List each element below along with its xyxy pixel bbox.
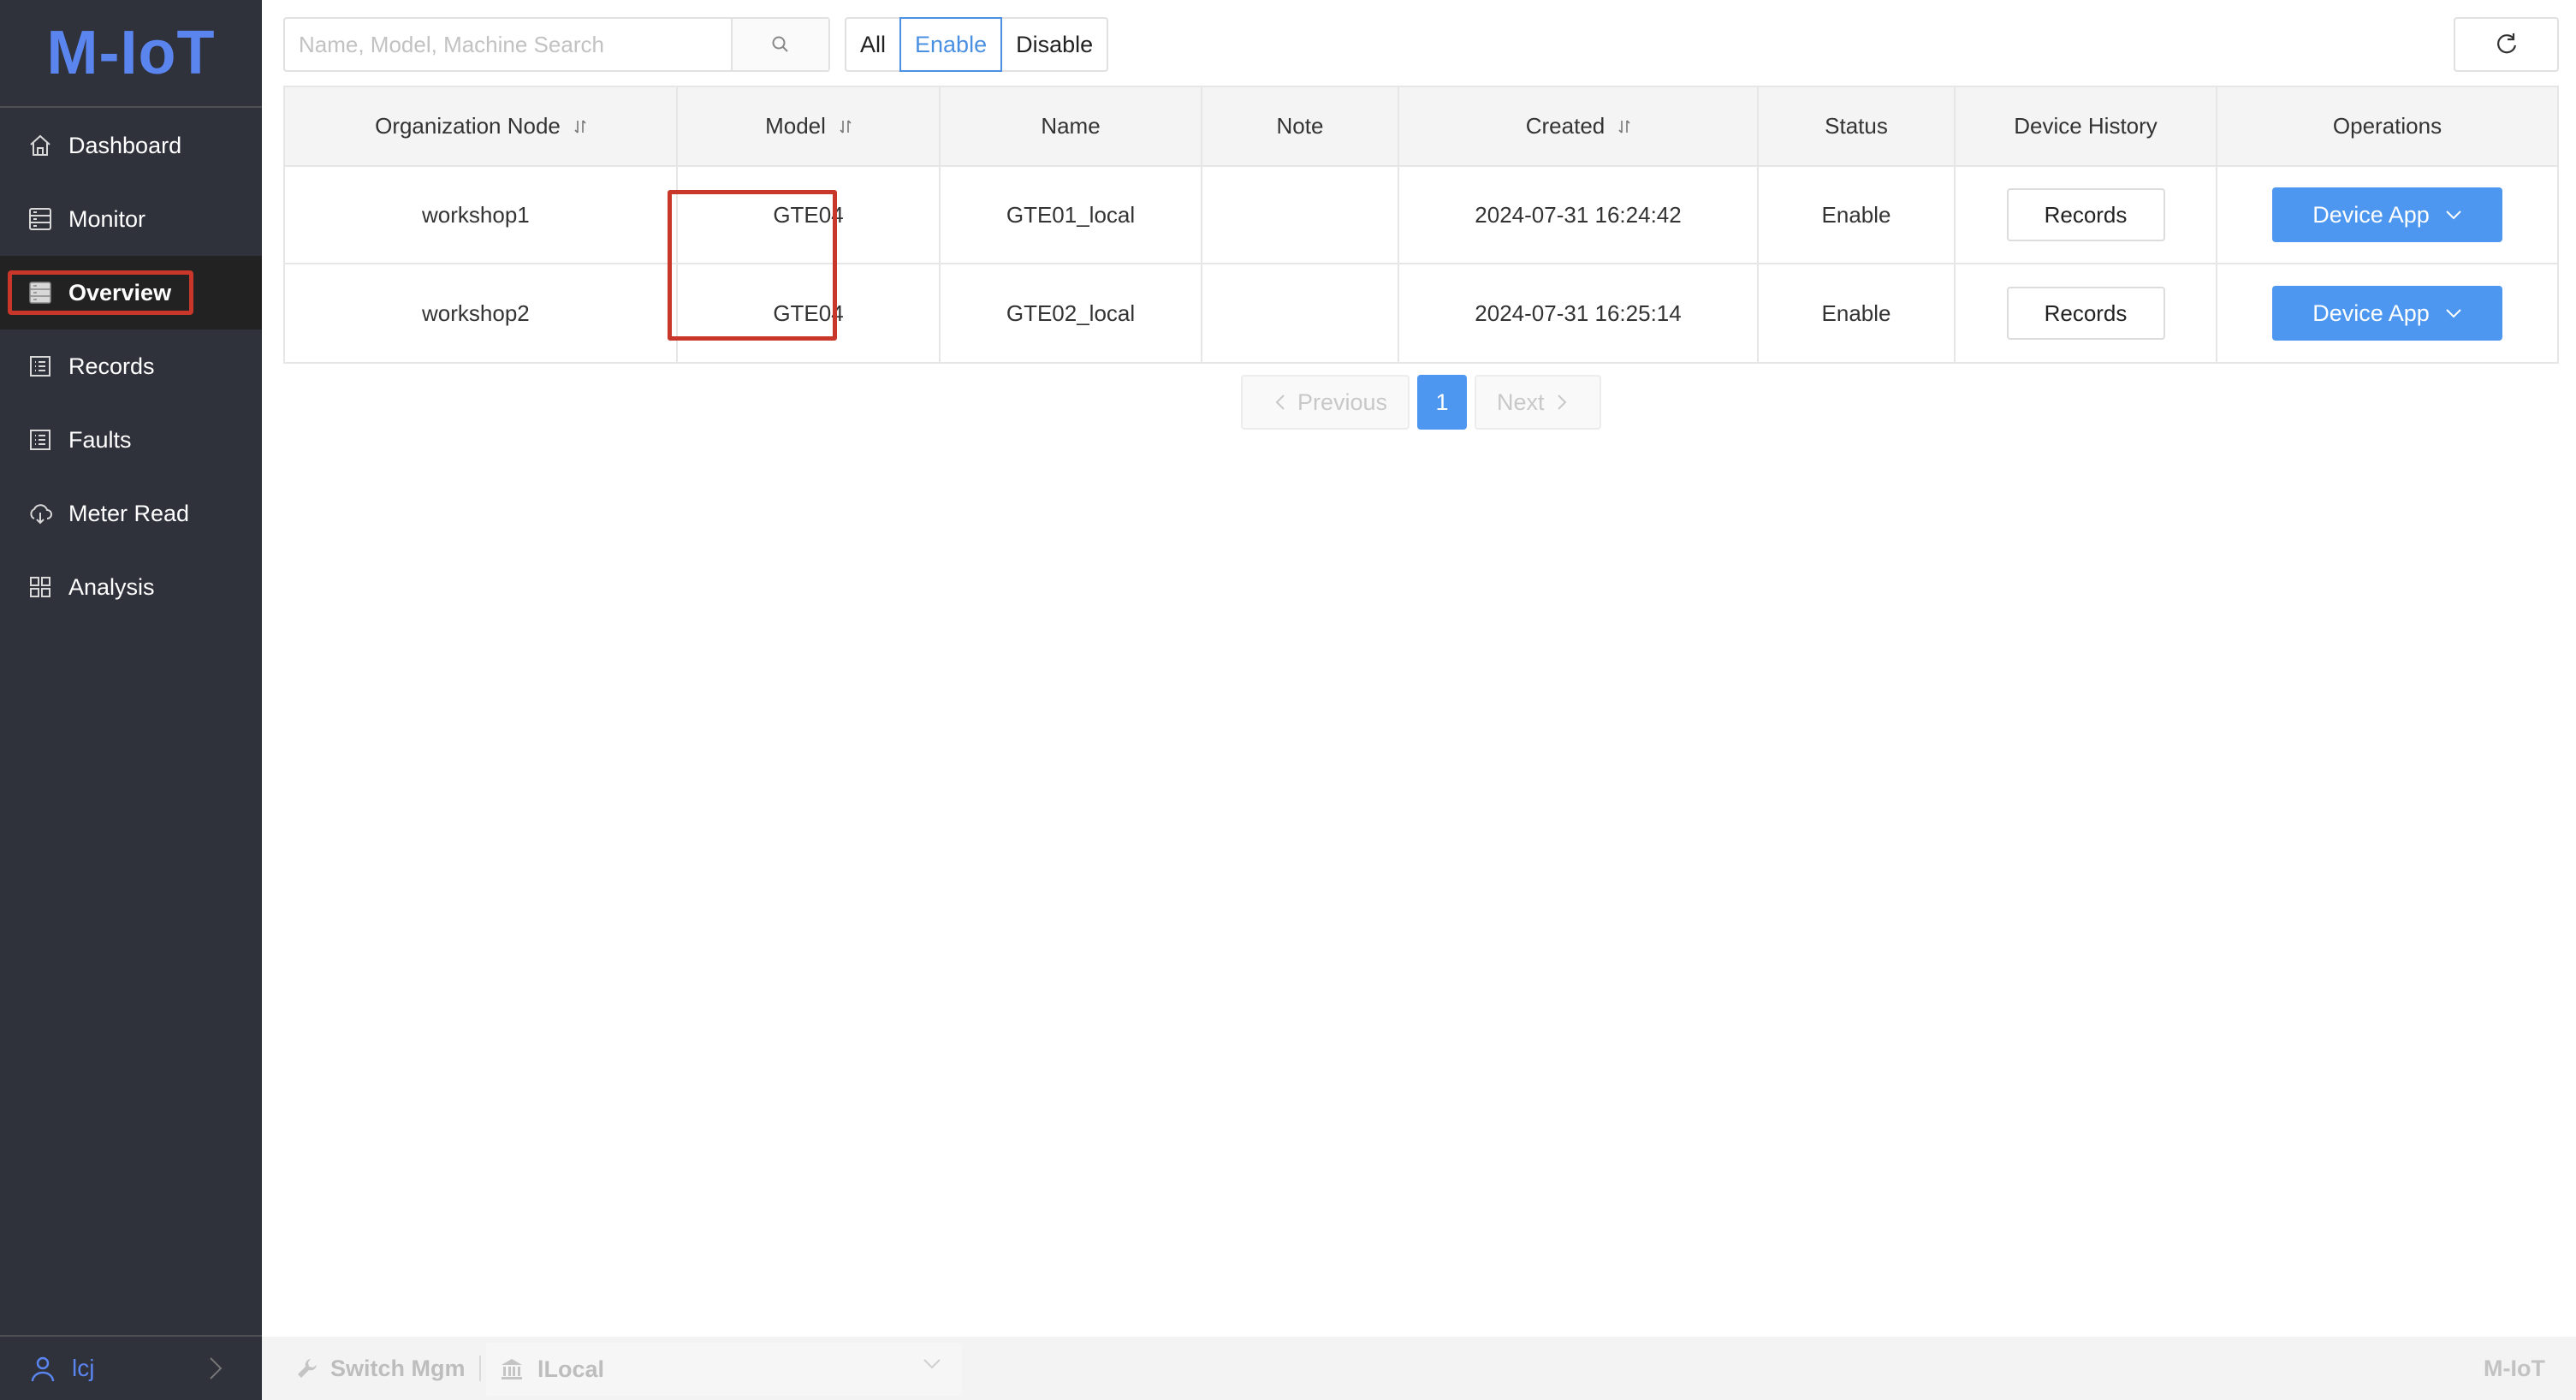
search-input[interactable] (285, 19, 731, 70)
filter-enable-button[interactable]: Enable (899, 17, 1003, 72)
previous-page-button[interactable]: Previous (1241, 375, 1410, 430)
table-row: workshop2 GTE04 GTE02_local 2024-07-31 1… (285, 264, 2557, 362)
user-menu[interactable]: lcj (0, 1337, 262, 1400)
column-header-device-history: Device History (1956, 87, 2217, 165)
bank-icon (502, 1359, 522, 1379)
sidebar-item-overview[interactable]: Overview (0, 256, 262, 329)
cell-operations: Device App (2217, 167, 2557, 263)
chevron-down-icon (2446, 211, 2461, 220)
cell-device-history: Records (1956, 167, 2217, 263)
server-icon (27, 206, 53, 232)
sidebar-item-records[interactable]: Records (0, 329, 262, 403)
status-filter: All Enable Disable (845, 17, 1109, 72)
app-logo: M-IoT (46, 19, 216, 87)
sidebar-item-label: Analysis (68, 573, 155, 600)
sidebar-item-meter-read[interactable]: Meter Read (0, 477, 262, 550)
footer-brand: M-IoT (2484, 1355, 2545, 1381)
divider (0, 106, 262, 108)
cell-name: GTE01_local (941, 167, 1202, 263)
sidebar-item-label: Records (68, 353, 155, 379)
wrench-icon (298, 1359, 317, 1378)
refresh-icon (2496, 33, 2516, 54)
switch-label: Switch Mgm (330, 1355, 466, 1381)
column-header-operations: Operations (2332, 113, 2442, 139)
sidebar-item-label: Overview (68, 279, 172, 306)
sidebar-item-label: Dashboard (68, 132, 182, 158)
sidebar-item-label: Faults (68, 426, 132, 453)
sort-icon (574, 119, 586, 133)
list-icon (27, 427, 53, 453)
user-icon (31, 1356, 55, 1382)
devices-table: Organization Node Model Name Note Create… (283, 86, 2559, 364)
sidebar: M-IoT Dashboard Monitor Overview Records… (0, 0, 262, 1400)
switch-management[interactable]: Switch Mgm (296, 1337, 495, 1400)
grid-icon (27, 574, 53, 600)
cell-created: 2024-07-31 16:24:42 (1399, 167, 1759, 263)
cell-model: GTE04 (678, 264, 941, 362)
sort-icon (1618, 119, 1630, 133)
cell-organization-node: workshop1 (285, 167, 678, 263)
sidebar-item-analysis[interactable]: Analysis (0, 550, 262, 624)
user-name: lcj (72, 1355, 95, 1381)
divider (478, 1356, 481, 1381)
cell-status: Enable (1759, 167, 1956, 263)
chevron-right-icon (210, 1357, 223, 1379)
column-header-name: Name (941, 87, 1202, 165)
search-icon (772, 36, 788, 52)
cloud-download-icon (27, 501, 53, 526)
cell-note (1202, 167, 1399, 263)
sidebar-item-monitor[interactable]: Monitor (0, 182, 262, 256)
records-button[interactable]: Records (2006, 188, 2165, 241)
table-row: workshop1 GTE04 GTE01_local 2024-07-31 1… (285, 167, 2557, 264)
cell-organization-node: workshop2 (285, 264, 678, 362)
cell-created: 2024-07-31 16:25:14 (1399, 264, 1759, 362)
device-app-dropdown-button[interactable]: Device App (2272, 187, 2502, 242)
records-button[interactable]: Records (2006, 287, 2165, 340)
organization-select[interactable]: lLocal (486, 1343, 962, 1396)
sort-icon (840, 119, 852, 133)
main-content: All Enable Disable Organization Node Mod… (262, 0, 2576, 1337)
cell-device-history: Records (1956, 264, 2217, 362)
column-header-created[interactable]: Created (1399, 87, 1759, 165)
device-app-dropdown-button[interactable]: Device App (2272, 286, 2502, 341)
cell-note (1202, 264, 1399, 362)
next-page-button[interactable]: Next (1475, 375, 1601, 430)
column-header-status: Status (1759, 87, 1956, 165)
server-icon (27, 280, 53, 306)
column-header-note: Note (1202, 87, 1399, 165)
sidebar-item-faults[interactable]: Faults (0, 403, 262, 477)
table-header: Organization Node Model Name Note Create… (285, 87, 2557, 167)
sidebar-item-label: Meter Read (68, 500, 190, 526)
chevron-down-icon (2446, 309, 2461, 318)
cell-operations: Device App (2217, 264, 2557, 362)
list-icon (27, 353, 53, 379)
page-number-button[interactable]: 1 (1417, 375, 1468, 430)
search-button[interactable] (731, 19, 828, 70)
filter-all-button[interactable]: All (846, 19, 899, 70)
sidebar-menu: Dashboard Monitor Overview Records Fault… (0, 109, 262, 624)
pagination: Previous 1 Next (1241, 375, 1601, 430)
chevron-down-icon (923, 1359, 941, 1369)
organization-value: lLocal (537, 1356, 605, 1382)
footer-bar: Switch Mgm lLocal M-IoT (262, 1337, 2576, 1400)
sidebar-item-label: Monitor (68, 205, 146, 232)
home-icon (27, 133, 53, 158)
chevron-right-icon (1557, 394, 1566, 410)
cell-name: GTE02_local (941, 264, 1202, 362)
sidebar-item-dashboard[interactable]: Dashboard (0, 109, 262, 182)
filter-disable-button[interactable]: Disable (1002, 19, 1107, 70)
cell-status: Enable (1759, 264, 1956, 362)
chevron-left-icon (1275, 394, 1285, 410)
cell-model: GTE04 (678, 167, 941, 263)
column-header-organization-node[interactable]: Organization Node (285, 87, 678, 165)
refresh-button[interactable] (2454, 17, 2559, 72)
column-header-model[interactable]: Model (678, 87, 941, 165)
search-box (283, 17, 830, 72)
